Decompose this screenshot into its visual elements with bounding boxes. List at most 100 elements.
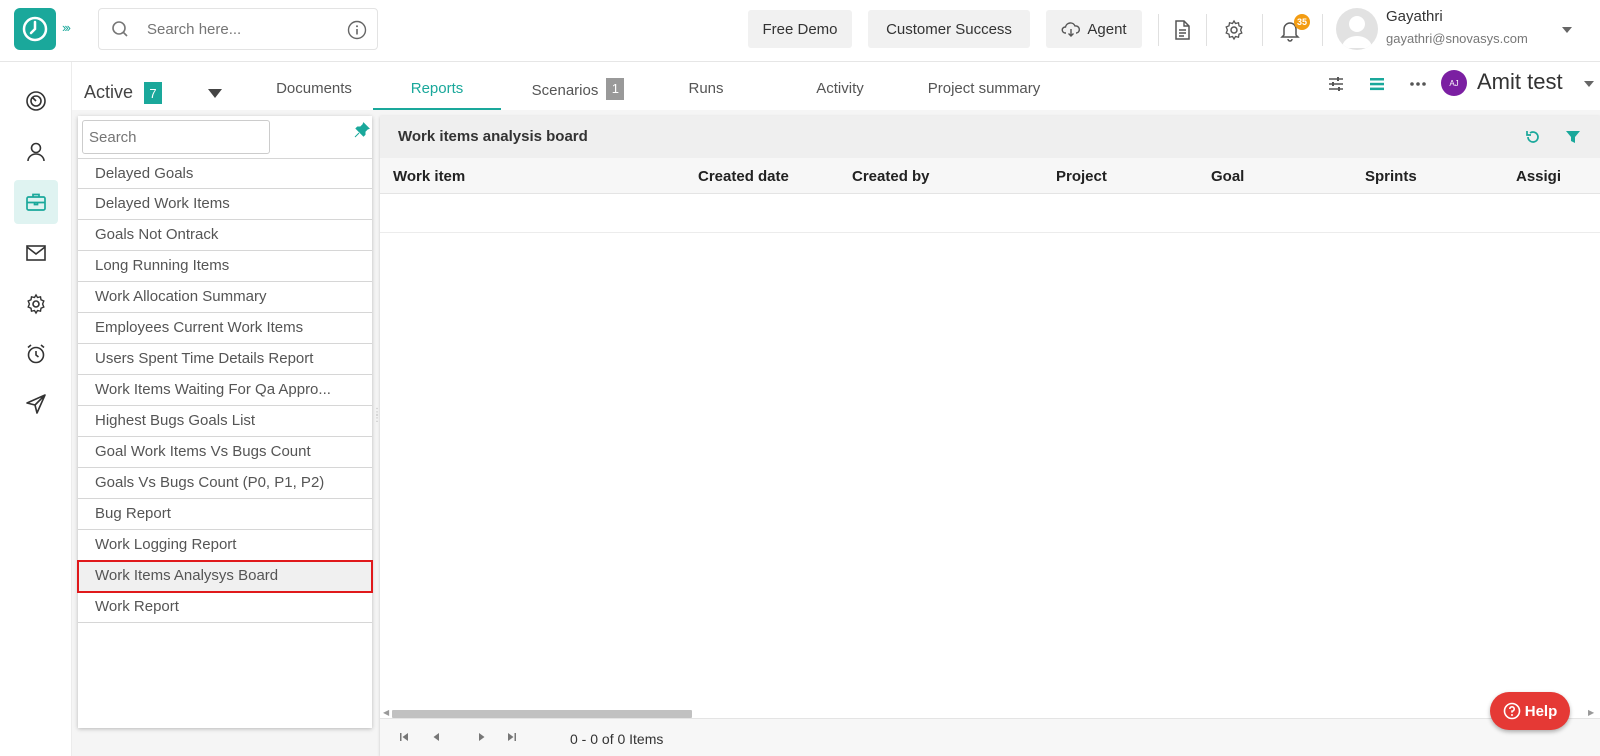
tabs-row: Active 7 Documents Reports Scenarios 1 Ru… (72, 62, 1600, 110)
customer-success-button[interactable]: Customer Success (868, 10, 1030, 48)
list-item[interactable]: Bug Report (78, 499, 372, 530)
nav-user[interactable] (14, 130, 58, 174)
list-item[interactable]: Work Allocation Summary (78, 282, 372, 313)
app-logo[interactable] (14, 8, 56, 50)
user-avatar[interactable] (1336, 8, 1378, 50)
horizontal-scrollbar[interactable]: ◀ ▶ (380, 708, 1600, 718)
chevron-down-icon[interactable] (1584, 80, 1594, 88)
filter-icon[interactable] (1564, 128, 1582, 146)
pin-icon[interactable] (354, 122, 370, 138)
settings-gear-icon[interactable] (1222, 18, 1246, 42)
nav-dashboard[interactable] (14, 79, 58, 123)
list-item[interactable]: Delayed Goals (78, 158, 372, 189)
divider (1322, 14, 1323, 46)
tab-runs[interactable]: Runs (644, 80, 768, 110)
content-area: Delayed Goals Delayed Work Items Goals N… (72, 110, 1600, 756)
tab-runs-label: Runs (688, 80, 724, 97)
list-item[interactable]: Highest Bugs Goals List (78, 406, 372, 437)
left-nav (0, 62, 72, 756)
more-options-icon[interactable] (1408, 74, 1428, 94)
notification-badge: 35 (1294, 14, 1310, 30)
user-icon (27, 142, 45, 162)
tab-documents-label: Documents (276, 80, 352, 97)
free-demo-label: Free Demo (762, 20, 838, 38)
scenarios-count-badge: 1 (606, 78, 625, 100)
list-view-icon[interactable] (1367, 74, 1387, 94)
panel-resize-handle[interactable]: ⋮ ⋮ (372, 408, 382, 450)
list-item[interactable]: Work Logging Report (78, 530, 372, 561)
nav-send[interactable] (14, 382, 58, 426)
column-project[interactable]: Project (1056, 168, 1107, 185)
refresh-icon[interactable] (1524, 128, 1542, 146)
tab-reports-label: Reports (410, 80, 464, 97)
project-avatar: AJ (1441, 70, 1467, 96)
list-item-selected[interactable]: Work Items Analysys Board (77, 560, 373, 593)
active-filter-label[interactable]: Active (84, 82, 133, 103)
global-search-input[interactable] (147, 20, 337, 38)
divider (1262, 14, 1263, 46)
list-item[interactable]: Users Spent Time Details Report (78, 344, 372, 375)
column-work-item[interactable]: Work item (393, 168, 465, 185)
active-count-badge: 7 (144, 82, 162, 104)
nav-mail[interactable] (14, 231, 58, 275)
reports-list: Delayed Goals Delayed Work Items Goals N… (77, 158, 373, 623)
scrollbar-thumb[interactable] (392, 710, 692, 718)
tab-activity[interactable]: Activity (776, 80, 904, 110)
list-item[interactable]: Goals Not Ontrack (78, 220, 372, 251)
nav-projects[interactable] (14, 180, 58, 224)
search-icon (112, 21, 128, 37)
list-item[interactable]: Delayed Work Items (78, 189, 372, 220)
pager-summary: 0 - 0 of 0 Items (570, 731, 664, 747)
chevron-down-icon[interactable] (1562, 26, 1572, 34)
list-item[interactable]: Goals Vs Bugs Count (P0, P1, P2) (78, 468, 372, 499)
next-page-icon[interactable] (476, 731, 488, 743)
agent-button[interactable]: Agent (1046, 10, 1142, 48)
scroll-right-icon[interactable]: ▶ (1588, 708, 1594, 717)
user-name: Gayathri (1386, 8, 1443, 25)
tab-scenarios[interactable]: Scenarios 1 (512, 78, 644, 110)
help-question-icon (1503, 702, 1521, 720)
previous-page-icon[interactable] (430, 731, 442, 743)
list-item[interactable]: Long Running Items (78, 251, 372, 282)
global-search (98, 8, 378, 50)
help-button[interactable]: Help (1490, 692, 1570, 730)
board-header: Work items analysis board (380, 116, 1600, 158)
tab-documents[interactable]: Documents (252, 80, 376, 110)
help-label: Help (1524, 702, 1558, 720)
scroll-left-icon[interactable]: ◀ (383, 708, 389, 717)
tab-project-summary[interactable]: Project summary (910, 80, 1058, 110)
column-goal[interactable]: Goal (1211, 168, 1244, 185)
list-item[interactable]: Goal Work Items Vs Bugs Count (78, 437, 372, 468)
nav-alarm[interactable] (14, 332, 58, 376)
divider (1158, 14, 1159, 46)
reports-search-input[interactable] (82, 120, 270, 154)
list-item[interactable]: Work Items Waiting For Qa Appro... (78, 375, 372, 406)
free-demo-button[interactable]: Free Demo (748, 10, 852, 48)
column-created-date[interactable]: Created date (698, 168, 789, 185)
reports-list-panel: Delayed Goals Delayed Work Items Goals N… (77, 116, 373, 728)
column-created-by[interactable]: Created by (852, 168, 930, 185)
chevron-down-icon[interactable] (208, 89, 222, 98)
column-sprints[interactable]: Sprints (1365, 168, 1417, 185)
gear-icon (27, 293, 45, 315)
expand-sidebar-icon[interactable]: ››› (62, 20, 71, 35)
briefcase-icon (26, 193, 46, 211)
project-name[interactable]: Amit test (1477, 69, 1563, 95)
tab-project-summary-label: Project summary (927, 80, 1041, 97)
mail-icon (26, 245, 46, 261)
first-page-icon[interactable] (398, 731, 410, 743)
last-page-icon[interactable] (506, 731, 518, 743)
tab-activity-label: Activity (816, 80, 864, 97)
user-email: gayathri@snovasys.com (1386, 31, 1528, 46)
tab-reports[interactable]: Reports (373, 80, 501, 110)
nav-settings[interactable] (14, 282, 58, 326)
user-placeholder-icon (1342, 16, 1372, 48)
document-icon[interactable] (1170, 18, 1194, 42)
list-item[interactable]: Work Report (78, 592, 372, 623)
column-assignee[interactable]: Assigi (1516, 168, 1561, 185)
table-header: Work item Created date Created by Projec… (380, 158, 1600, 194)
sliders-icon[interactable] (1326, 74, 1346, 94)
info-icon[interactable] (347, 20, 367, 40)
send-icon (26, 394, 46, 414)
list-item[interactable]: Employees Current Work Items (78, 313, 372, 344)
